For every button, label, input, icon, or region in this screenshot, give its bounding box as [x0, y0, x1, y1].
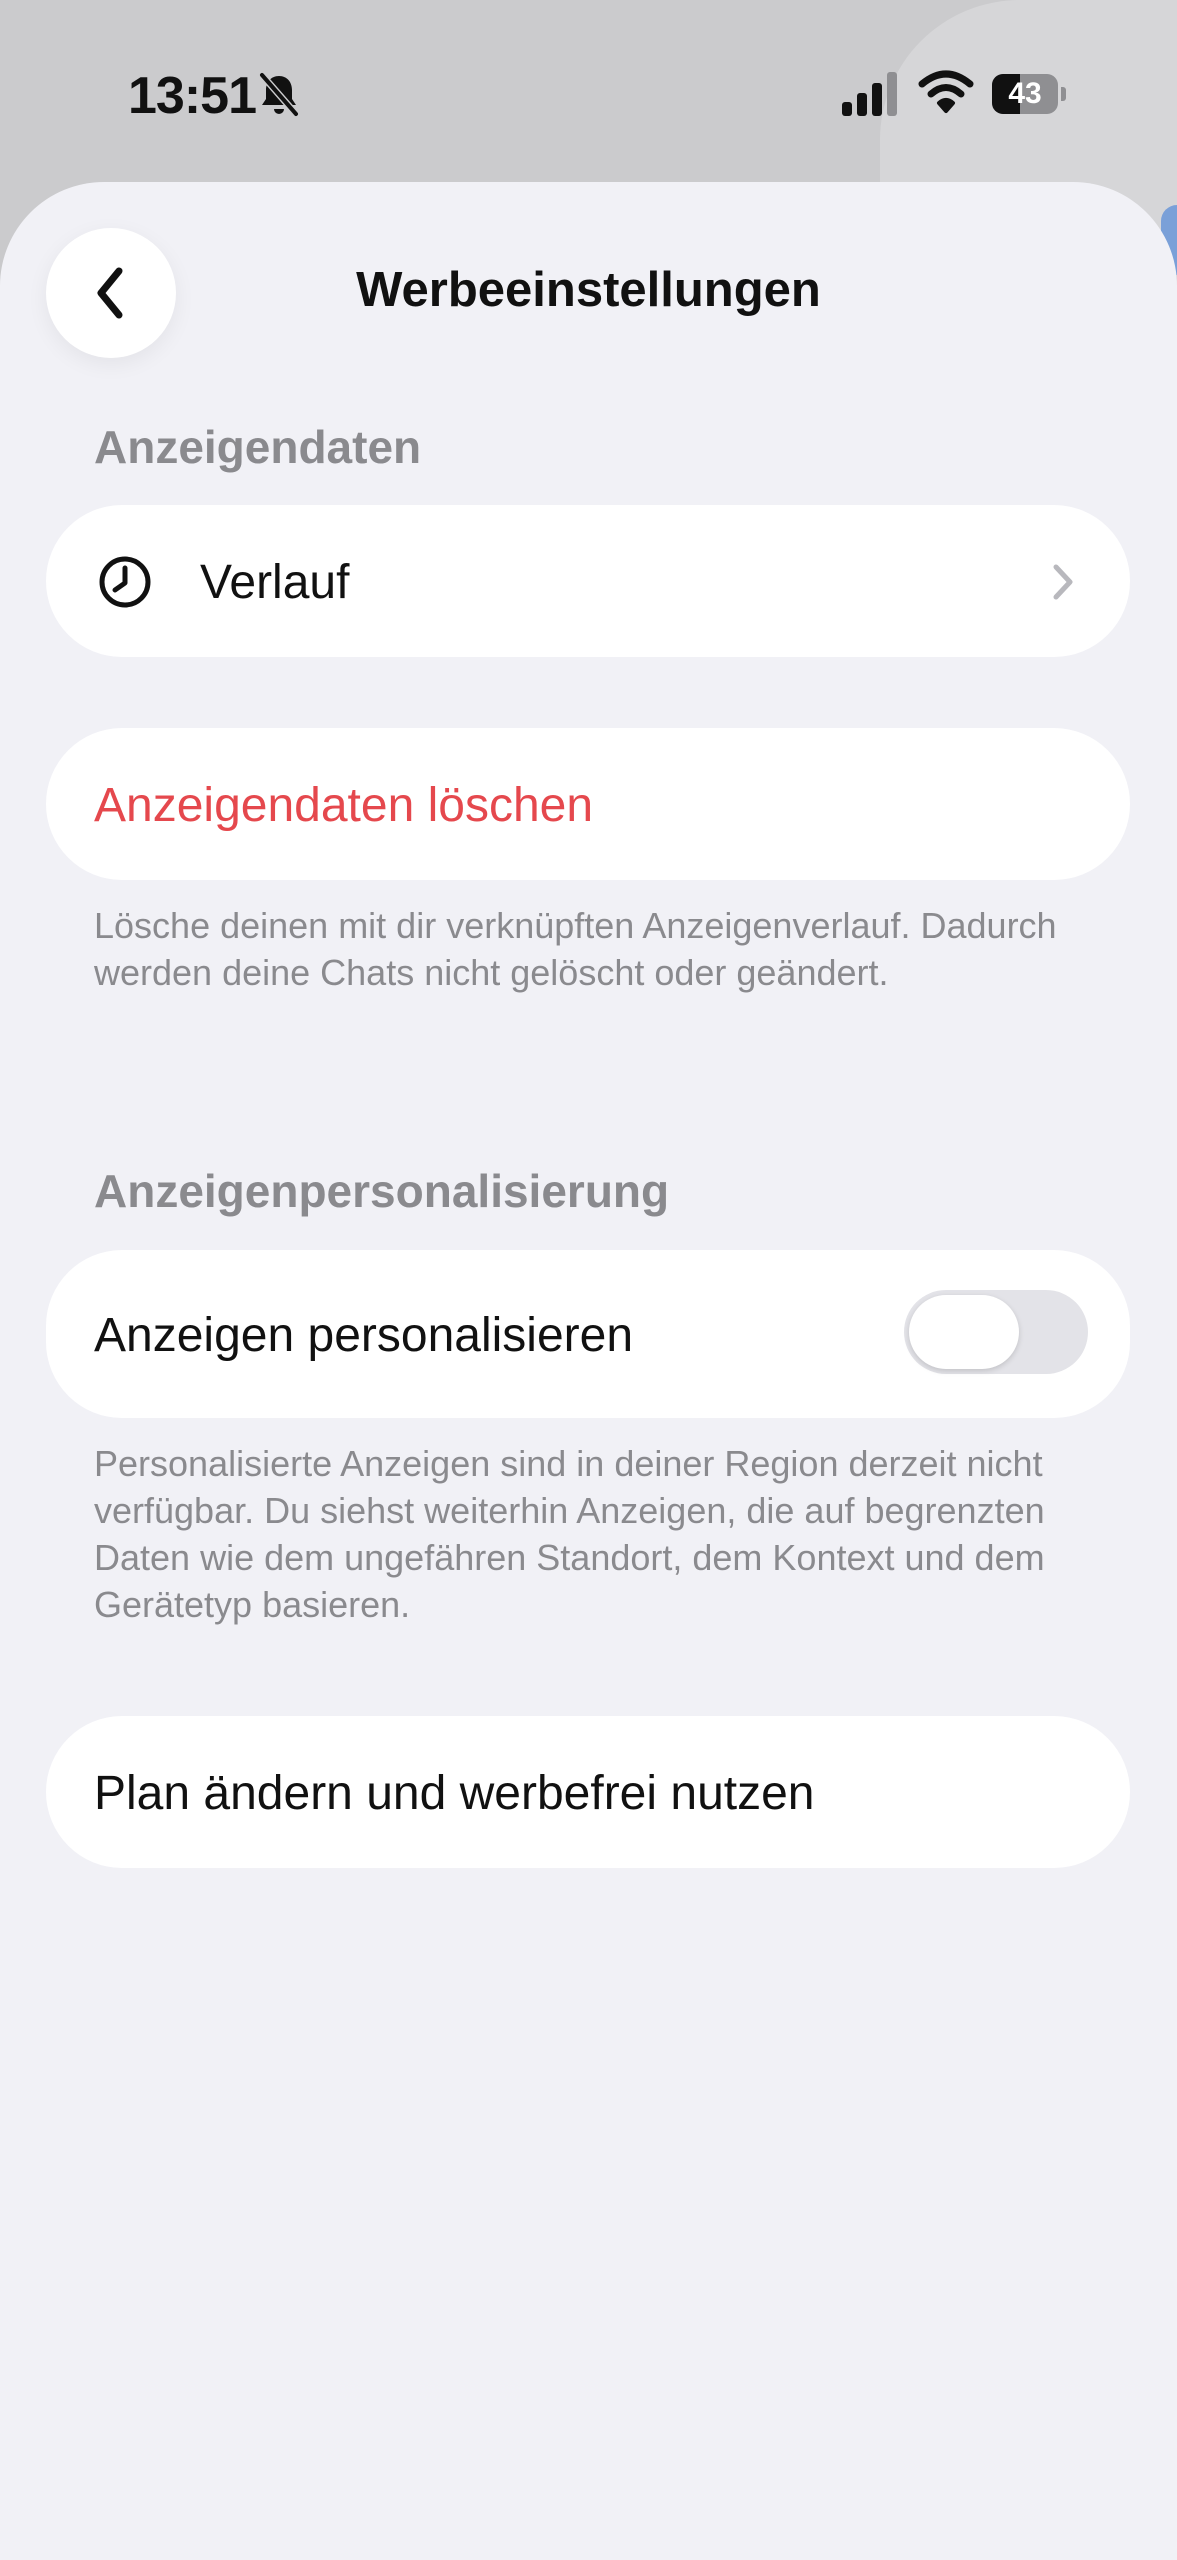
- personalize-ads-row: Anzeigen personalisieren: [46, 1250, 1130, 1418]
- toggle-knob: [909, 1295, 1019, 1369]
- back-button[interactable]: [46, 228, 176, 358]
- section-header-personalization: Anzeigenpersonalisierung: [94, 1165, 670, 1217]
- status-time: 13:51: [128, 67, 257, 125]
- change-plan-label: Plan ändern und werbefrei nutzen: [94, 1767, 815, 1820]
- wifi-icon: [918, 70, 974, 113]
- personalization-footnote: Personalisierte Anzeigen sind in deiner …: [94, 1443, 1045, 1625]
- cellular-signal-icon: [842, 72, 897, 116]
- chevron-left-icon: [97, 267, 123, 319]
- change-plan-button[interactable]: Plan ändern und werbefrei nutzen: [46, 1716, 1130, 1868]
- delete-ad-data-button[interactable]: Anzeigendaten löschen: [46, 728, 1130, 880]
- section-header-ad-data: Anzeigendaten: [94, 421, 422, 473]
- settings-sheet: Werbeeinstellungen Anzeigendaten Verlauf…: [0, 182, 1177, 2560]
- delete-ad-data-footnote: Lösche deinen mit dir verknüpften Anzeig…: [94, 905, 1057, 993]
- status-bar: 13:51 43: [0, 0, 1177, 190]
- battery-level: 43: [1008, 77, 1042, 110]
- personalize-ads-label: Anzeigen personalisieren: [94, 1309, 634, 1362]
- page-title: Werbeeinstellungen: [356, 263, 821, 317]
- chevron-right-icon: [1053, 564, 1073, 600]
- bell-slash-icon: [258, 72, 300, 118]
- battery-icon: 43: [992, 74, 1068, 116]
- history-label: Verlauf: [200, 556, 350, 609]
- history-row[interactable]: Verlauf: [46, 505, 1130, 657]
- personalize-ads-toggle[interactable]: [904, 1290, 1088, 1374]
- delete-ad-data-label: Anzeigendaten löschen: [94, 779, 594, 832]
- clock-icon: [99, 556, 151, 608]
